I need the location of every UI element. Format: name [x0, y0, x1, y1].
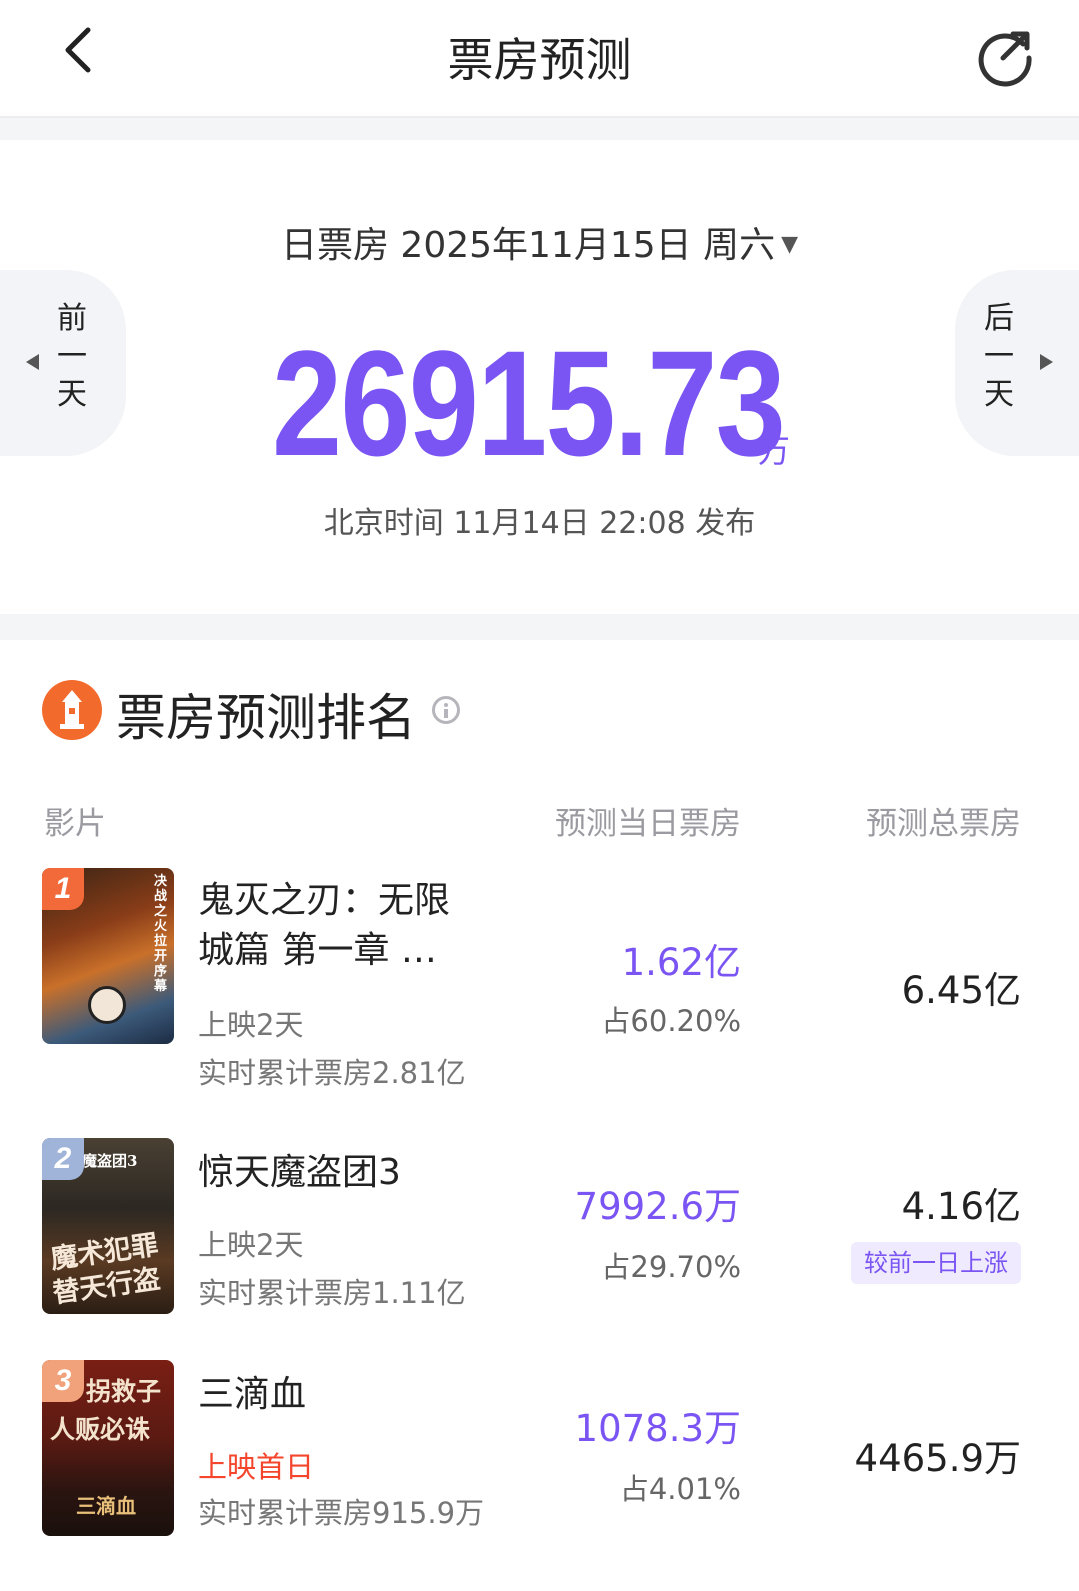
prev-day-button[interactable]: 前 一 天: [0, 270, 126, 456]
date-label: 日票房 2025年11月15日 周六: [280, 225, 776, 266]
release-status: 上映2天: [198, 1008, 304, 1042]
trend-badge: 较前一日上涨: [851, 1242, 1021, 1284]
column-header-day-box-office: 预测当日票房: [555, 806, 741, 842]
predicted-total-box-office: 4465.9万: [854, 1437, 1021, 1480]
predicted-total-box-office: 6.45亿: [901, 969, 1021, 1012]
movie-title: 惊天魔盗团3: [198, 1152, 401, 1193]
next-day-label: 后 一 天: [984, 301, 1014, 412]
rank-badge: 3: [42, 1360, 84, 1402]
page-title: 票房预测: [447, 33, 632, 87]
box-office-share: 占60.20%: [601, 1004, 741, 1038]
arrow-right-icon: [1040, 354, 1053, 370]
ranking-title: 票房预测排名: [116, 689, 416, 747]
movie-poster: 决战之火拉开序幕 1: [42, 868, 174, 1044]
poster-caption: 人贩必诛: [50, 1415, 151, 1444]
box-office-share: 占4.01%: [619, 1472, 741, 1506]
rank-badge: 2: [42, 1138, 84, 1180]
predicted-day-box-office: 1078.3万: [574, 1407, 741, 1450]
poster-caption: 魔盗团3: [82, 1152, 138, 1170]
date-selector[interactable]: 日票房 2025年11月15日 周六 ▼: [0, 216, 1079, 268]
info-icon[interactable]: [432, 696, 460, 724]
movie-row[interactable]: 拐救子 人贩必诛 三滴血 3 三滴血 上映首日 实时累计票房915.9万 107…: [0, 1360, 1079, 1550]
column-header-film: 影片: [44, 806, 106, 842]
poster-caption: 决战之火拉开序幕: [154, 874, 168, 994]
column-header-total-box-office: 预测总票房: [866, 806, 1021, 842]
poster-caption: 拐救子: [86, 1377, 162, 1406]
daily-box-office-unit: 万: [758, 432, 791, 470]
ranking-section: 票房预测排名 影片 预测当日票房 预测总票房 决战之火拉开序幕 1 鬼灭之刃：无…: [0, 640, 1079, 1591]
publish-info: 北京时间 11月14日 22:08 发布: [323, 506, 756, 541]
predicted-day-box-office: 1.62亿: [621, 941, 741, 984]
predicted-total-box-office: 4.16亿: [901, 1185, 1021, 1228]
share-refresh-icon[interactable]: [973, 22, 1039, 88]
arrow-left-icon: [26, 354, 39, 370]
release-status: 上映首日: [198, 1450, 315, 1484]
poster-emblem: [88, 986, 126, 1024]
poster-caption: 三滴血: [76, 1494, 136, 1518]
caret-down-icon: ▼: [781, 232, 799, 257]
movie-poster: 拐救子 人贩必诛 三滴血 3: [42, 1360, 174, 1536]
daily-summary-card: 日票房 2025年11月15日 周六 ▼ 前 一 天 后 一 天 26915.73…: [0, 140, 1079, 614]
release-status: 上映2天: [198, 1228, 304, 1262]
movie-row[interactable]: 决战之火拉开序幕 1 鬼灭之刃：无限 城篇 第一章 … 上映2天 实时累计票房2…: [0, 868, 1079, 1098]
daily-box-office-value: 26915.73: [272, 319, 786, 487]
movie-row[interactable]: 魔盗团3 魔术犯罪 替天行盗 2 惊天魔盗团3 上映2天 实时累计票房1.11亿…: [0, 1138, 1079, 1328]
cumulative-box-office: 实时累计票房915.9万: [198, 1496, 485, 1530]
rank-badge: 1: [42, 868, 84, 910]
next-day-button[interactable]: 后 一 天: [955, 270, 1079, 456]
prev-day-label: 前 一 天: [57, 301, 87, 412]
box-office-share: 占29.70%: [601, 1250, 741, 1284]
lighthouse-icon: [42, 680, 102, 740]
movie-poster: 魔盗团3 魔术犯罪 替天行盗 2: [42, 1138, 174, 1314]
movie-title: 三滴血: [198, 1374, 307, 1415]
predicted-day-box-office: 7992.6万: [574, 1185, 741, 1228]
cumulative-box-office: 实时累计票房2.81亿: [198, 1056, 466, 1090]
app-header: 票房预测: [0, 0, 1079, 118]
movie-title: 鬼灭之刃：无限 城篇 第一章 …: [198, 880, 451, 971]
cumulative-box-office: 实时累计票房1.11亿: [198, 1276, 466, 1310]
